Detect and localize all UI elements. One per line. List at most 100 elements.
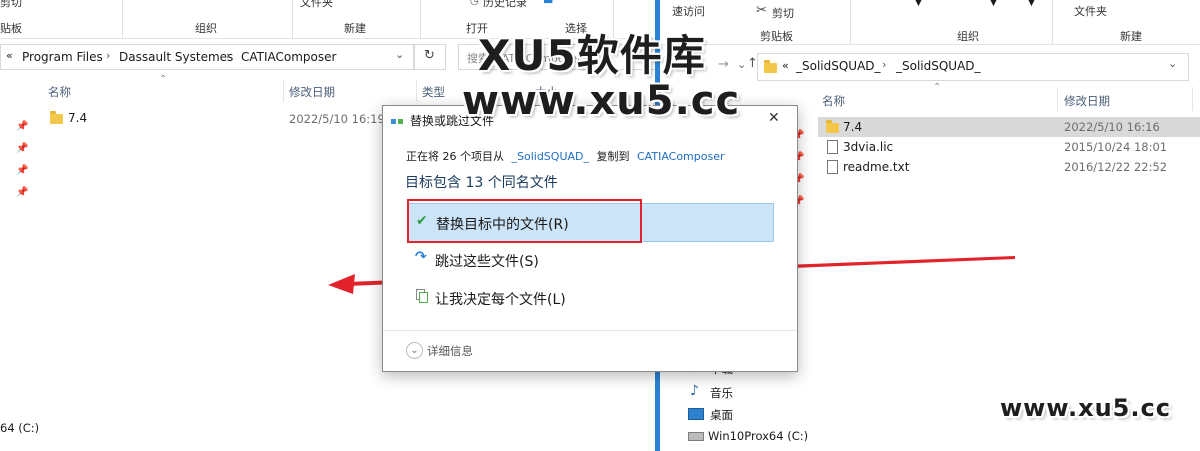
dropdown-arrow-icon[interactable]: ▼ xyxy=(1028,0,1035,8)
file-date: 2015/10/24 18:01 xyxy=(1064,140,1168,154)
file-name: readme.txt xyxy=(843,160,910,174)
copy-dialog-icon xyxy=(391,115,403,124)
dest-folder-link[interactable]: CATIAComposer xyxy=(637,150,725,163)
ribbon-separator xyxy=(420,0,421,38)
col-header-name[interactable]: 名称 xyxy=(822,93,845,109)
arrow-head xyxy=(328,274,355,294)
close-icon[interactable]: ✕ xyxy=(768,110,780,126)
ribbon-separator xyxy=(292,0,293,38)
watermark-top: XU5软件库 xyxy=(478,31,706,80)
breadcrumb-separator-icon: › xyxy=(226,49,231,62)
address-dropdown-icon[interactable]: ⌄ xyxy=(395,48,404,61)
organize-group-label: 组织 xyxy=(957,30,979,43)
breadcrumb-solidsquad-sub[interactable]: _SolidSQUAD_ xyxy=(896,59,981,73)
decide-option[interactable]: 让我决定每个文件(L) xyxy=(407,285,772,311)
sort-up-icon: ⌃ xyxy=(933,82,942,93)
conflict-heading: 目标包含 13 个同名文件 xyxy=(405,175,558,191)
nav-item-music[interactable]: ♪ 音乐 xyxy=(685,383,800,401)
new-group-label: 新建 xyxy=(1120,30,1142,43)
compare-files-icon xyxy=(416,289,428,303)
breadcrumb-solidsquad[interactable]: _SolidSQUAD_ xyxy=(796,59,881,73)
recent-dropdown-icon[interactable]: ⌄ xyxy=(737,58,746,71)
table-row[interactable]: 7.4 2022/5/10 16:16 xyxy=(818,117,1200,137)
highlight-box xyxy=(407,199,642,243)
details-toggle[interactable]: ⌄ 详细信息 xyxy=(406,342,526,362)
overflow-chevron-icon[interactable]: « xyxy=(6,49,13,62)
pin-icon[interactable]: 📌 xyxy=(16,187,28,198)
details-label: 详细信息 xyxy=(427,344,473,358)
chevron-down-icon: ⌄ xyxy=(406,342,423,359)
license-file-icon xyxy=(827,140,838,154)
table-row[interactable]: 3dvia.lic 2015/10/24 18:01 xyxy=(818,137,1200,157)
table-row[interactable]: readme.txt 2016/12/22 22:52 xyxy=(818,157,1200,177)
new-folder-button[interactable]: 文件夹 xyxy=(1074,3,1107,19)
folder-icon xyxy=(50,111,63,124)
file-date: 2016/12/22 22:52 xyxy=(1064,160,1168,174)
cut-button[interactable]: 剪切 xyxy=(772,5,794,21)
pin-icon[interactable]: 📌 xyxy=(16,165,28,176)
watermark-bottom-right: www.xu5.cc xyxy=(1000,394,1171,422)
breadcrumb-separator-icon: › xyxy=(882,58,887,71)
organize-group-label: 组织 xyxy=(195,22,217,35)
drive-icon xyxy=(688,432,704,441)
breadcrumb-program-files[interactable]: Program Files xyxy=(22,50,103,64)
text-file-icon xyxy=(827,160,838,174)
watermark-middle: www.xu5.cc xyxy=(462,78,741,124)
replace-or-skip-dialog: 替换或跳过文件 ✕ 正在将 26 个项目从 _SolidSQUAD_ 复制到 C… xyxy=(382,105,798,372)
col-divider xyxy=(1192,87,1193,111)
dropdown-arrow-icon[interactable]: ▼ xyxy=(990,0,997,8)
desktop-icon xyxy=(688,408,704,420)
nav-item-label: 音乐 xyxy=(710,386,733,400)
source-folder-link[interactable]: _SolidSQUAD_ xyxy=(512,150,590,163)
col-header-date[interactable]: 修改日期 xyxy=(1064,93,1110,109)
col-header-type[interactable]: 类型 xyxy=(422,84,445,100)
clipboard-group-label: 贴板 xyxy=(0,22,22,35)
file-name: 7.4 xyxy=(68,111,88,125)
breadcrumb-dassault[interactable]: Dassault Systemes xyxy=(119,50,233,64)
skip-option[interactable]: ↷ 跳过这些文件(S) xyxy=(407,247,772,273)
table-row[interactable]: 7.4 2022/5/10 16:19 xyxy=(40,108,385,130)
refresh-icon: ↻ xyxy=(424,48,435,63)
copy-path-label[interactable]: 文件夹 xyxy=(300,0,333,10)
music-icon: ♪ xyxy=(690,383,699,399)
file-name: 3dvia.lic xyxy=(843,140,894,154)
skip-option-label: 跳过这些文件(S) xyxy=(435,254,539,270)
breadcrumb-catiacomposer[interactable]: CATIAComposer xyxy=(241,50,336,64)
history-button[interactable]: 历史记录 xyxy=(483,0,527,10)
new-group-label: 新建 xyxy=(344,22,366,35)
dialog-footer-line xyxy=(383,330,797,331)
left-address-bar[interactable]: « Program Files › Dassault Systemes › CA… xyxy=(0,44,414,70)
nav-item-drive-c[interactable]: Win10Prox64 (C:) xyxy=(685,427,810,445)
pin-icon[interactable]: 📌 xyxy=(16,143,28,154)
forward-arrow-icon[interactable]: → xyxy=(718,57,729,72)
col-header-date[interactable]: 修改日期 xyxy=(289,84,335,100)
ribbon-separator xyxy=(1052,0,1053,44)
right-address-bar[interactable]: « _SolidSQUAD_ › _SolidSQUAD_ ⌄ xyxy=(757,53,1189,81)
col-divider xyxy=(1057,87,1058,111)
address-dropdown-icon[interactable]: ⌄ xyxy=(1168,57,1177,70)
file-date: 2022/5/10 16:19 xyxy=(289,112,385,126)
nav-item-desktop[interactable]: 桌面 xyxy=(685,405,800,423)
folder-icon xyxy=(826,120,839,133)
copy-status-line: 正在将 26 个项目从 _SolidSQUAD_ 复制到 CATIACompos… xyxy=(406,148,725,164)
ribbon-separator xyxy=(122,0,123,38)
clipboard-group-label: 剪贴板 xyxy=(760,30,793,43)
pin-icon[interactable]: 📌 xyxy=(16,121,28,132)
select-all-icon: ▬ xyxy=(543,0,554,7)
nav-item-label: Win10Prox64 (C:) xyxy=(708,429,809,443)
overflow-chevron-icon[interactable]: « xyxy=(782,59,789,72)
ribbon-separator xyxy=(850,0,851,44)
decide-option-label: 让我决定每个文件(L) xyxy=(435,292,566,308)
history-icon: ◷ xyxy=(470,0,479,7)
col-header-name[interactable]: 名称 xyxy=(48,84,71,100)
quick-access-label[interactable]: 速访问 xyxy=(672,3,705,19)
col-divider xyxy=(283,80,284,102)
refresh-button[interactable]: ↻ xyxy=(414,44,446,70)
folder-icon xyxy=(764,60,777,73)
nav-drive-c[interactable]: 64 (C:) xyxy=(0,421,39,435)
status-mid: 复制到 xyxy=(596,150,630,163)
cut-label[interactable]: 剪切 xyxy=(0,0,22,10)
dropdown-arrow-icon[interactable]: ▼ xyxy=(915,0,922,8)
breadcrumb-separator-icon: › xyxy=(106,49,111,62)
right-ribbon: 速访问 ✂ 剪切 剪贴板 ▼ ▼ 组织 ▼ 文件夹 新建 xyxy=(660,0,1200,45)
